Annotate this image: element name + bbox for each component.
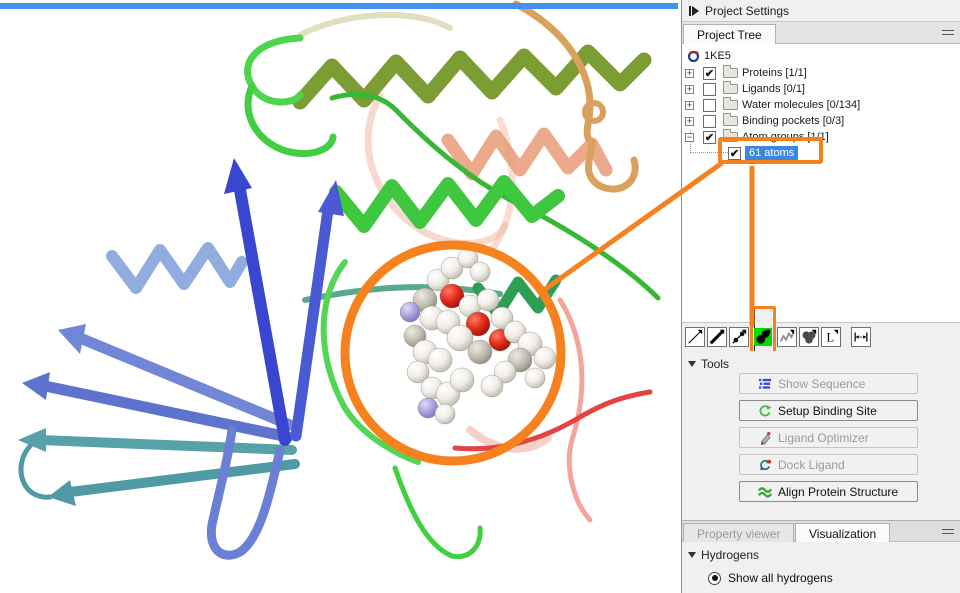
stick-icon[interactable] [707,327,727,347]
folder-icon [723,68,738,78]
surface-icon[interactable] [799,327,819,347]
backbone-icon[interactable] [777,327,797,347]
tab-visualization[interactable]: Visualization [795,523,890,543]
molecule-icon [687,50,700,63]
folder-icon [723,132,738,142]
tree-row-water-molecules[interactable]: + Water molecules [0/134] [682,97,960,113]
project-tree: 1KE5 + ✔ Proteins [1/1] + Ligands [0/1] … [682,44,960,322]
checkbox-atom-groups[interactable]: ✔ [703,131,716,144]
tree-row-ligands[interactable]: + Ligands [0/1] [682,81,960,97]
protein-cartoon-1KE5 [0,0,681,593]
bottom-tab-row: Property viewer Visualization [682,520,960,542]
sequence-list-icon [758,377,772,391]
radio-label: Show all hydrogens [728,571,833,585]
checkbox-ligands[interactable] [703,83,716,96]
radio-show-all-hydrogens[interactable]: Show all hydrogens [708,571,960,585]
folder-icon [723,100,738,110]
ball-and-stick-icon[interactable] [729,327,749,347]
panel-header: Project Settings [682,0,960,22]
green-helix [336,182,558,226]
svg-text:L: L [827,331,835,345]
show-sequence-button[interactable]: Show Sequence [739,373,918,394]
align-protein-structure-button[interactable]: Align Protein Structure [739,481,918,502]
expander-icon[interactable]: − [685,133,694,142]
molecule-viewer[interactable] [0,0,681,593]
tree-row-proteins[interactable]: + ✔ Proteins [1/1] [682,65,960,81]
tree-root-label[interactable]: 1KE5 [704,50,731,62]
tree-row-61-atoms[interactable]: ✔ 61 atoms [682,145,960,161]
pencil-icon [758,431,772,445]
checkbox-61-atoms[interactable]: ✔ [728,147,741,160]
tree-item-label[interactable]: Ligands [0/1] [742,83,805,95]
checkbox-binding-pockets[interactable] [703,115,716,128]
tree-item-label[interactable]: Proteins [1/1] [742,67,807,79]
beta-sheet-fan [18,158,344,555]
collapse-triangle-icon [688,361,696,367]
measure-distance-icon[interactable] [851,327,871,347]
tab-property-viewer[interactable]: Property viewer [683,523,794,543]
folder-icon [723,84,738,94]
tree-item-label[interactable]: Water molecules [0/134] [742,99,860,111]
align-waves-icon [758,485,772,499]
checkbox-water[interactable] [703,99,716,112]
application-window: Project Settings Project Tree 1KE5 + ✔ [0,0,960,593]
wireframe-icon[interactable] [685,327,705,347]
panel-title: Project Settings [705,4,789,18]
tree-item-label-selected[interactable]: 61 atoms [745,146,798,160]
label-icon[interactable]: L [821,327,841,347]
dock-icon [758,458,772,472]
expander-icon[interactable]: + [685,69,694,78]
expander-icon[interactable]: + [685,101,694,110]
collapse-triangle-icon [688,552,696,558]
hydrogens-section: Hydrogens Show all hydrogens [682,542,960,593]
light-blue-helix [112,248,242,288]
project-tree-tab-row: Project Tree [682,22,960,44]
radio-button-icon[interactable] [708,572,721,585]
tree-item-label[interactable]: Binding pockets [0/3] [742,115,844,127]
checkbox-proteins[interactable]: ✔ [703,67,716,80]
expander-icon[interactable]: + [685,117,694,126]
tree-root-row[interactable]: 1KE5 [682,48,731,64]
hydrogens-section-header[interactable]: Hydrogens [682,542,960,562]
tab-project-tree[interactable]: Project Tree [683,24,776,44]
viewer-focus-bar [0,3,678,9]
minimize-icon[interactable] [942,529,954,534]
minimize-icon[interactable] [942,30,954,35]
binding-site-icon [758,404,772,418]
display-toolbar: L [682,322,960,351]
tree-row-binding-pockets[interactable]: + Binding pockets [0/3] [682,113,960,129]
ligand-optimizer-button[interactable]: Ligand Optimizer [739,427,918,448]
project-settings-panel: Project Settings Project Tree 1KE5 + ✔ [681,0,960,593]
tools-section: Tools Show Sequence Setup Bind [682,351,960,520]
setup-binding-site-button[interactable]: Setup Binding Site [739,400,918,421]
tree-item-label[interactable]: Atom groups [1/1] [742,131,829,143]
tools-section-header[interactable]: Tools [682,351,960,371]
dock-ligand-button[interactable]: Dock Ligand [739,454,918,475]
expand-panel-icon[interactable] [689,6,699,16]
tree-row-atom-groups[interactable]: − ✔ Atom groups [1/1] [682,129,960,145]
folder-icon [723,116,738,126]
expander-icon[interactable]: + [685,85,694,94]
